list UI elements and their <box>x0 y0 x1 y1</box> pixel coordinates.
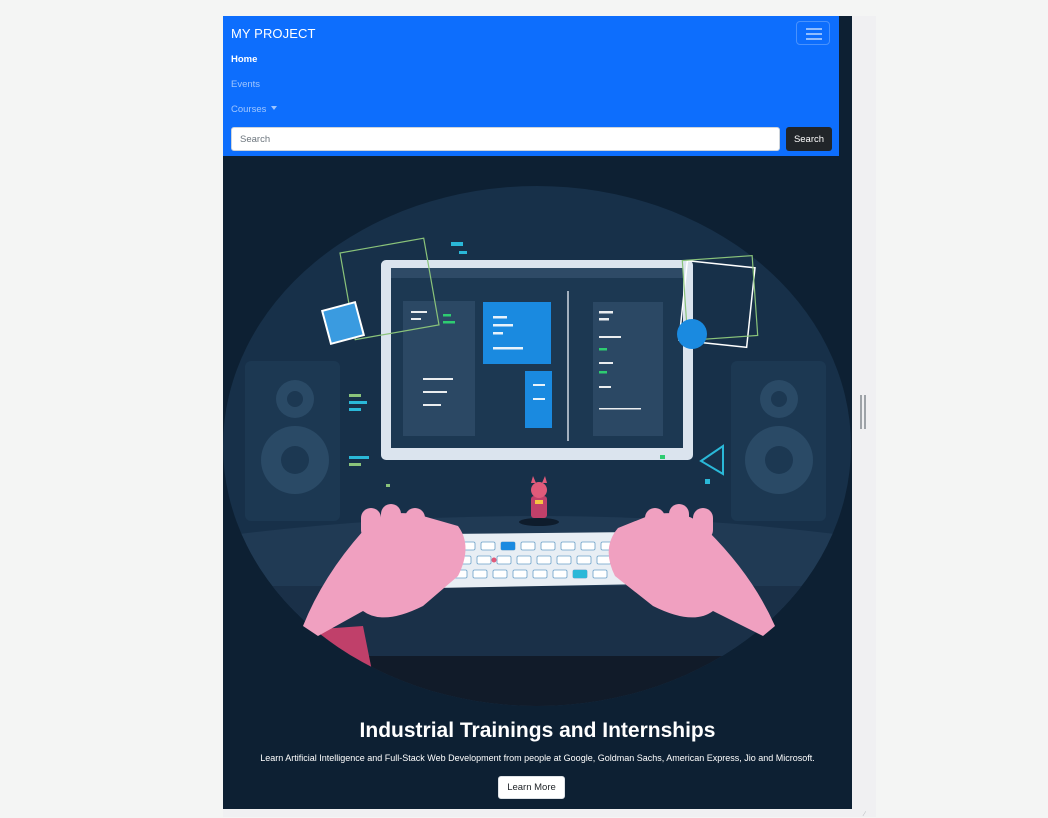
search-input[interactable] <box>231 127 780 151</box>
search-button[interactable]: Search <box>786 127 832 151</box>
right-speaker-icon <box>731 361 826 521</box>
hamburger-menu-icon <box>806 28 822 30</box>
navbar-brand[interactable]: MY PROJECT <box>231 26 316 41</box>
navbar-edge-strip <box>839 16 852 156</box>
page-viewport: MY PROJECT Home Events Courses Search Se… <box>223 16 852 809</box>
developer-at-computer-illustration <box>223 186 851 706</box>
nav-link-courses-label: Courses <box>231 104 267 115</box>
chevron-down-icon <box>271 106 278 110</box>
hero-subtitle: Learn Artificial Intelligence and Full-S… <box>260 753 815 763</box>
nav-link-home[interactable]: Home <box>231 54 257 65</box>
computer-monitor <box>381 260 693 460</box>
nav-link-courses-dropdown[interactable]: Courses <box>231 104 278 115</box>
learn-more-button[interactable]: Learn More <box>498 776 565 799</box>
navbar-toggler-button[interactable] <box>796 21 830 45</box>
panel-resize-handle[interactable] <box>860 395 866 429</box>
hero-title: Industrial Trainings and Internships <box>359 719 716 742</box>
nav-link-events[interactable]: Events <box>231 79 260 90</box>
navbar: MY PROJECT Home Events Courses Search <box>223 16 839 156</box>
left-speaker-icon <box>245 361 340 521</box>
resize-corner-icon[interactable]: ∕ <box>864 811 872 818</box>
